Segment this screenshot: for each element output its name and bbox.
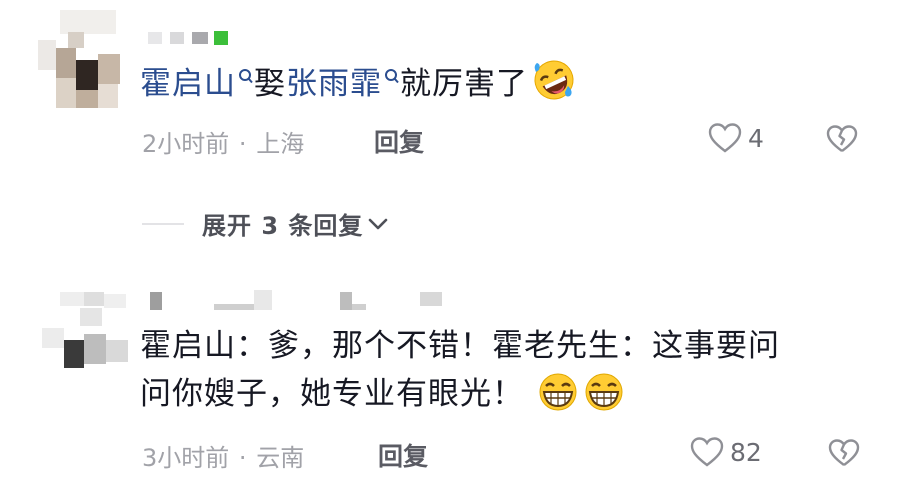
username-blurred[interactable] bbox=[148, 30, 238, 48]
dislike-button[interactable] bbox=[826, 124, 858, 158]
comment-text-line-1: 霍启山：爹，那个不错！霍老先生：这事要问 bbox=[140, 328, 780, 364]
grinning-face-emoji bbox=[539, 373, 577, 411]
timestamp: 2小时前 bbox=[142, 130, 230, 158]
divider-line bbox=[142, 222, 184, 225]
comment-meta: 3小时前 · 云南 bbox=[142, 438, 304, 473]
heart-icon bbox=[708, 123, 742, 153]
expand-replies-label: 展开 3 条回复 bbox=[202, 212, 364, 240]
reply-button[interactable]: 回复 bbox=[378, 437, 428, 473]
location: 上海 bbox=[256, 130, 305, 158]
rolling-on-floor-laughing-emoji bbox=[534, 60, 574, 100]
like-button[interactable]: 82 bbox=[690, 436, 762, 468]
broken-heart-icon bbox=[826, 125, 858, 152]
comment-text-line-2: 问你嫂子，她专业有眼光！ bbox=[140, 376, 524, 412]
broken-heart-icon bbox=[828, 439, 860, 466]
comment-text-line-2-wrap: 问你嫂子，她专业有眼光！ bbox=[140, 370, 860, 418]
comment-text: 霍启山：爹，那个不错！霍老先生：这事要问 问你嫂子，她专业有眼光！ bbox=[140, 322, 860, 418]
like-button[interactable]: 4 bbox=[708, 122, 764, 154]
like-count: 82 bbox=[730, 437, 762, 467]
grinning-face-emoji bbox=[585, 373, 623, 411]
search-icon bbox=[239, 69, 253, 84]
mention-link[interactable]: 张雨霏 bbox=[286, 66, 400, 102]
dislike-button[interactable] bbox=[828, 438, 860, 472]
reply-button[interactable]: 回复 bbox=[374, 123, 424, 159]
location: 云南 bbox=[256, 444, 305, 472]
like-count: 4 bbox=[748, 123, 764, 153]
mention-link[interactable]: 霍启山 bbox=[140, 66, 254, 102]
avatar[interactable] bbox=[40, 290, 136, 372]
avatar[interactable] bbox=[38, 10, 130, 110]
chevron-down-icon bbox=[369, 218, 388, 229]
separator: · bbox=[238, 444, 247, 472]
comment-text: 霍启山 娶张雨霏 就厉害了 bbox=[140, 58, 576, 108]
timestamp: 3小时前 bbox=[142, 444, 230, 472]
separator: · bbox=[238, 130, 247, 158]
search-icon bbox=[385, 69, 399, 84]
comment-meta: 2小时前 · 上海 bbox=[142, 124, 304, 159]
heart-icon bbox=[690, 437, 724, 467]
expand-replies-button[interactable]: 展开 3 条回复 bbox=[142, 206, 389, 241]
username-blurred[interactable] bbox=[150, 288, 450, 314]
